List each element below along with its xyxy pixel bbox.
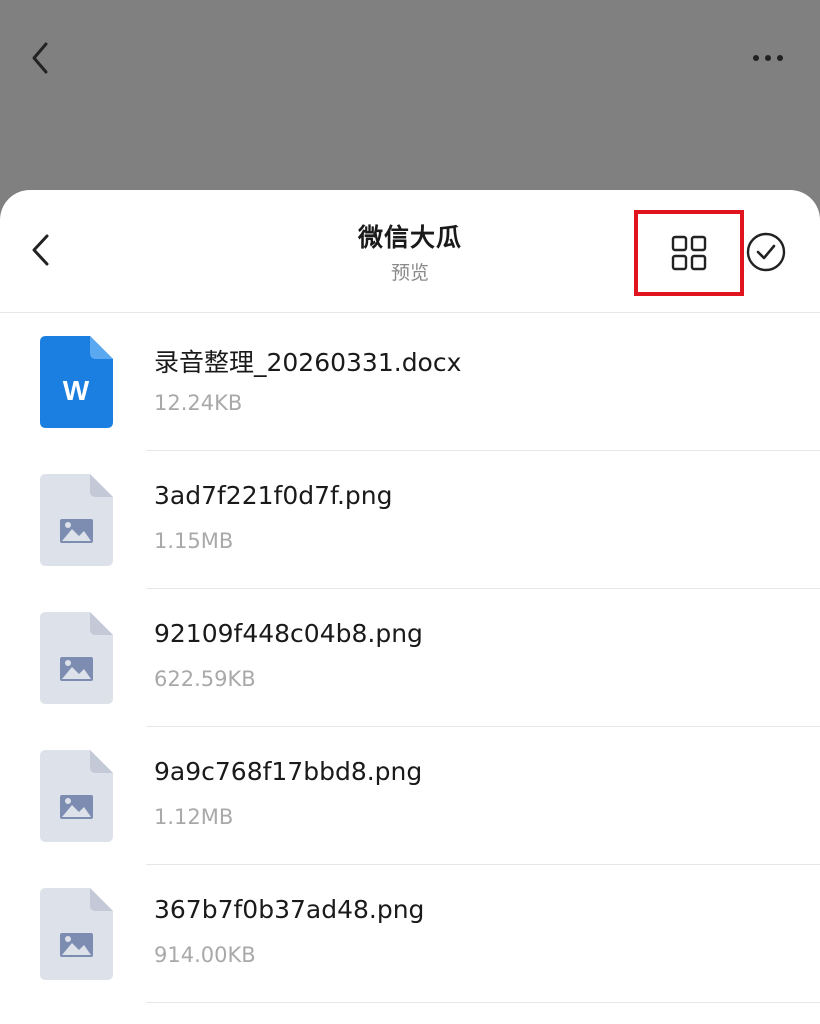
sheet-back-button[interactable] [26,230,56,270]
image-file-icon [40,750,113,842]
sheet-subtitle: 预览 [390,262,429,284]
grid-view-icon [671,235,707,271]
file-size: 1.15MB [154,529,234,553]
file-row-docx[interactable]: W 录音整理_20260331.docx 12.24KB [0,313,820,451]
image-file-icon [40,474,113,566]
file-row-image[interactable]: 367b7f0b37ad48.png 914.00KB [0,865,820,1003]
file-row-image[interactable]: 3ad7f221f0d7f.png 1.15MB [0,451,820,589]
chevron-left-icon [32,234,49,266]
file-name: 3ad7f221f0d7f.png [154,481,393,510]
file-size: 12.24KB [154,391,243,415]
word-document-icon: W [40,336,113,428]
file-name: 367b7f0b37ad48.png [154,895,425,924]
check-circle-icon [746,232,786,272]
sheet-title: 微信大瓜 [357,223,462,252]
select-button[interactable] [745,231,787,273]
file-row-image[interactable]: 92109f448c04b8.png 622.59KB [0,589,820,727]
background-back-button[interactable] [26,38,56,78]
file-list: W 录音整理_20260331.docx 12.24KB 3ad7f221f0d… [0,313,820,1003]
image-file-icon [40,612,113,704]
file-name: 9a9c768f17bbd8.png [154,757,423,786]
file-size: 914.00KB [154,943,256,967]
word-icon-letter: W [63,375,90,406]
file-size: 1.12MB [154,805,234,829]
file-row-image[interactable]: 9a9c768f17bbd8.png 1.12MB [0,727,820,865]
file-preview-sheet: 微信大瓜 预览 W 录音整理_20260331.docx 12.24KB 3ad… [0,190,820,1024]
file-name: 录音整理_20260331.docx [154,348,462,377]
chevron-left-icon [32,42,48,74]
file-size: 622.59KB [154,667,256,691]
background-more-button[interactable] [748,48,788,68]
file-name: 92109f448c04b8.png [154,619,423,648]
grid-view-button[interactable] [634,210,744,296]
row-divider [146,1002,820,1003]
image-file-icon [40,888,113,980]
more-horizontal-icon [753,55,783,61]
